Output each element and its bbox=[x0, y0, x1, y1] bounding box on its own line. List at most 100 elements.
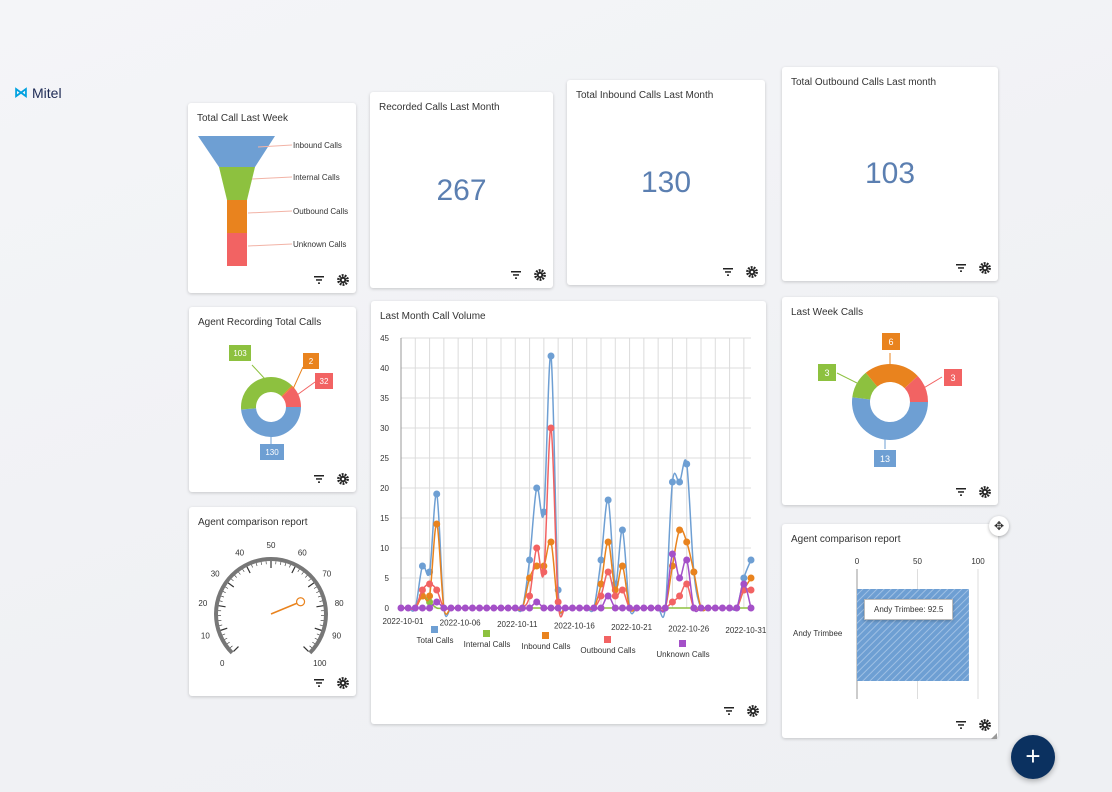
data-point[interactable] bbox=[718, 604, 726, 612]
filter-icon[interactable] bbox=[954, 485, 968, 499]
data-point[interactable] bbox=[747, 556, 755, 564]
filter-icon[interactable] bbox=[509, 268, 523, 282]
data-point[interactable] bbox=[611, 604, 619, 612]
legend-label[interactable]: Internal Calls bbox=[464, 640, 511, 649]
data-point[interactable] bbox=[697, 604, 705, 612]
card-agent-recording[interactable]: Agent Recording Total Calls 103 2 32 130 bbox=[189, 307, 356, 492]
data-point[interactable] bbox=[426, 580, 434, 588]
donut-slice-0[interactable] bbox=[852, 397, 928, 440]
add-widget-button[interactable]: + bbox=[1011, 735, 1055, 779]
gear-icon[interactable] bbox=[978, 261, 992, 275]
data-point[interactable] bbox=[626, 604, 634, 612]
series-line-3[interactable] bbox=[401, 427, 752, 618]
data-point[interactable] bbox=[647, 604, 655, 612]
data-point[interactable] bbox=[604, 592, 612, 600]
gear-icon[interactable] bbox=[336, 472, 350, 486]
data-point[interactable] bbox=[433, 490, 441, 498]
data-point[interactable] bbox=[426, 592, 434, 600]
data-point[interactable] bbox=[411, 604, 419, 612]
data-point[interactable] bbox=[633, 604, 641, 612]
card-last-week-calls[interactable]: Last Week Calls 6 3 3 13 bbox=[782, 297, 998, 505]
data-point[interactable] bbox=[404, 604, 412, 612]
data-point[interactable] bbox=[676, 574, 684, 582]
data-point[interactable] bbox=[526, 604, 534, 612]
filter-icon[interactable] bbox=[722, 704, 736, 718]
legend-label[interactable]: Unknown Calls bbox=[656, 650, 709, 659]
filter-icon[interactable] bbox=[954, 261, 968, 275]
filter-icon[interactable] bbox=[721, 265, 735, 279]
data-point[interactable] bbox=[604, 568, 612, 576]
donut-slice-0[interactable] bbox=[241, 407, 301, 438]
card-total-call-last-week[interactable]: Total Call Last Week Inbound Calls Inter… bbox=[188, 103, 356, 293]
data-point[interactable] bbox=[604, 496, 612, 504]
legend-label[interactable]: Inbound Calls bbox=[522, 642, 571, 651]
data-point[interactable] bbox=[447, 604, 455, 612]
move-handle-icon[interactable]: ✥ bbox=[989, 516, 1009, 536]
data-point[interactable] bbox=[683, 580, 691, 588]
data-point[interactable] bbox=[454, 604, 462, 612]
gear-icon[interactable] bbox=[336, 273, 350, 287]
data-point[interactable] bbox=[554, 604, 562, 612]
data-point[interactable] bbox=[604, 538, 612, 546]
data-point[interactable] bbox=[433, 520, 441, 528]
card-recorded-calls[interactable]: Recorded Calls Last Month 267 bbox=[370, 92, 553, 288]
data-point[interactable] bbox=[476, 604, 484, 612]
data-point[interactable] bbox=[618, 526, 626, 534]
data-point[interactable] bbox=[511, 604, 519, 612]
data-point[interactable] bbox=[747, 604, 755, 612]
data-point[interactable] bbox=[554, 598, 562, 606]
data-point[interactable] bbox=[618, 586, 626, 594]
data-point[interactable] bbox=[590, 604, 598, 612]
series-line-2[interactable] bbox=[401, 523, 752, 615]
data-point[interactable] bbox=[568, 604, 576, 612]
card-outbound-calls[interactable]: Total Outbound Calls Last month 103 bbox=[782, 67, 998, 281]
data-point[interactable] bbox=[440, 604, 448, 612]
gear-icon[interactable] bbox=[978, 718, 992, 732]
data-point[interactable] bbox=[690, 604, 698, 612]
data-point[interactable] bbox=[676, 592, 684, 600]
funnel-segment-inbound[interactable] bbox=[198, 136, 275, 167]
resize-grip-icon[interactable] bbox=[991, 733, 997, 739]
gear-icon[interactable] bbox=[745, 265, 759, 279]
data-point[interactable] bbox=[418, 586, 426, 594]
data-point[interactable] bbox=[661, 604, 669, 612]
data-point[interactable] bbox=[654, 604, 662, 612]
data-point[interactable] bbox=[683, 460, 691, 468]
data-point[interactable] bbox=[526, 556, 534, 564]
gear-icon[interactable] bbox=[978, 485, 992, 499]
data-point[interactable] bbox=[683, 556, 691, 564]
data-point[interactable] bbox=[533, 598, 541, 606]
card-agent-bar[interactable]: Agent comparison report Andy Trimbee 0 50… bbox=[782, 524, 998, 738]
data-point[interactable] bbox=[597, 592, 605, 600]
data-point[interactable] bbox=[747, 586, 755, 594]
data-point[interactable] bbox=[583, 604, 591, 612]
data-point[interactable] bbox=[726, 604, 734, 612]
data-point[interactable] bbox=[526, 592, 534, 600]
data-point[interactable] bbox=[747, 574, 755, 582]
funnel-segment-internal[interactable] bbox=[219, 167, 255, 200]
gear-icon[interactable] bbox=[336, 676, 350, 690]
gear-icon[interactable] bbox=[533, 268, 547, 282]
data-point[interactable] bbox=[676, 478, 684, 486]
filter-icon[interactable] bbox=[954, 718, 968, 732]
data-point[interactable] bbox=[640, 604, 648, 612]
data-point[interactable] bbox=[497, 604, 505, 612]
data-point[interactable] bbox=[676, 526, 684, 534]
legend-label[interactable]: Total Calls bbox=[417, 636, 454, 645]
data-point[interactable] bbox=[561, 604, 569, 612]
data-point[interactable] bbox=[426, 604, 434, 612]
data-point[interactable] bbox=[690, 568, 698, 576]
data-point[interactable] bbox=[668, 550, 676, 558]
filter-icon[interactable] bbox=[312, 273, 326, 287]
data-point[interactable] bbox=[418, 562, 426, 570]
data-point[interactable] bbox=[547, 538, 555, 546]
filter-icon[interactable] bbox=[312, 472, 326, 486]
card-inbound-calls[interactable]: Total Inbound Calls Last Month 130 bbox=[567, 80, 765, 285]
data-point[interactable] bbox=[740, 574, 748, 582]
data-point[interactable] bbox=[397, 604, 405, 612]
data-point[interactable] bbox=[533, 484, 541, 492]
data-point[interactable] bbox=[547, 604, 555, 612]
data-point[interactable] bbox=[504, 604, 512, 612]
data-point[interactable] bbox=[547, 424, 555, 432]
data-point[interactable] bbox=[611, 592, 619, 600]
